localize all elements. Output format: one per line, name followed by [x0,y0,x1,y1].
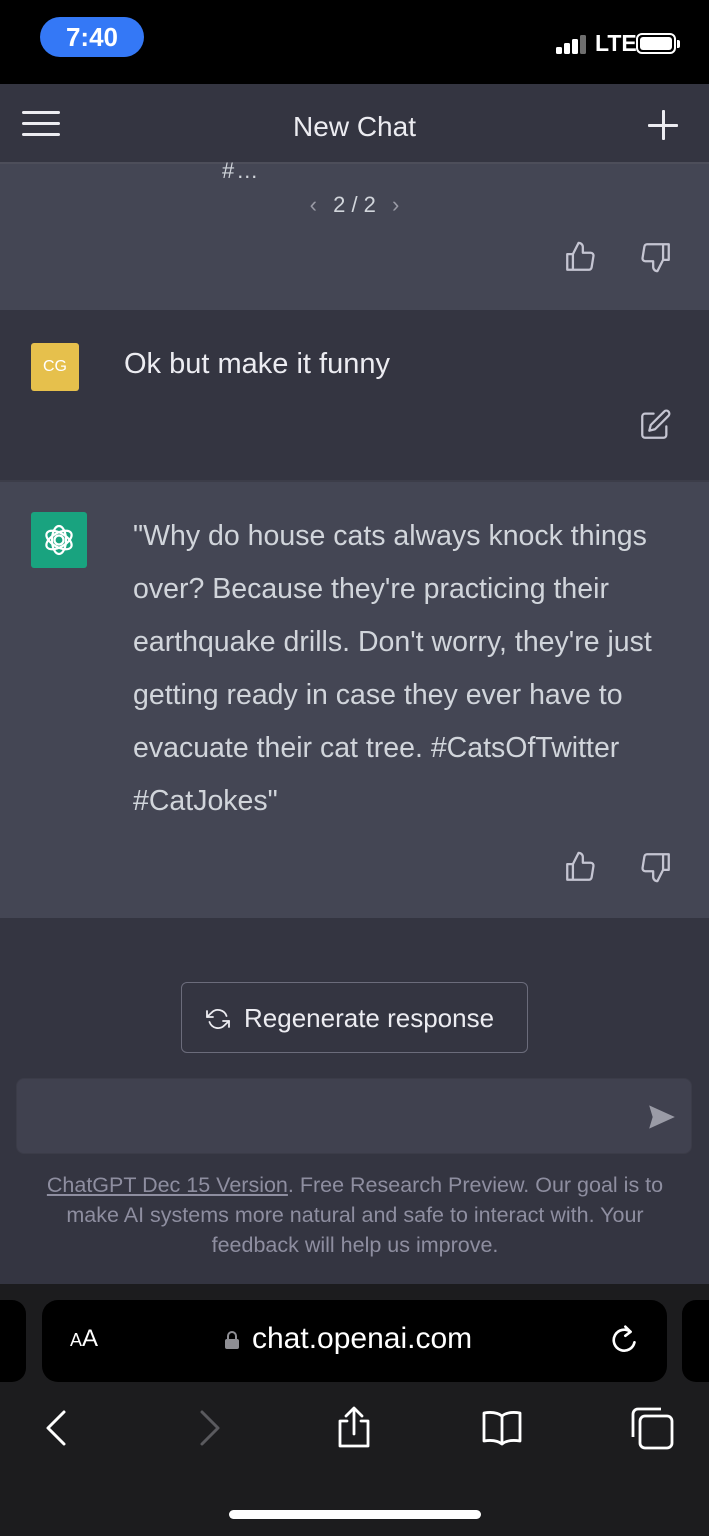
response-pager: ‹ 2 / 2 › [0,192,709,218]
page-title: New Chat [293,111,416,142]
reload-icon[interactable] [608,1324,640,1358]
share-icon[interactable] [332,1406,376,1450]
user-message-text: Ok but make it funny [124,348,390,380]
forward-icon[interactable] [186,1406,230,1450]
network-type: LTE [595,30,637,56]
next-tab-edge[interactable] [682,1300,709,1382]
new-chat-plus-icon[interactable] [646,108,680,142]
pager-label: 2 / 2 [333,192,376,217]
cellular-signal-icon [556,34,588,54]
pager-next-button[interactable]: › [392,192,399,217]
paper-plane-icon[interactable] [648,1104,676,1130]
thumbs-down-icon[interactable] [639,850,673,884]
assistant-message-text: "Why do house cats always knock things o… [133,520,652,817]
composer-area: Regenerate response ChatGPT Dec 15 Versi… [0,918,709,1284]
url-text: chat.openai.com [252,1322,473,1355]
previous-tab-edge[interactable] [0,1300,26,1382]
bookmarks-icon[interactable] [480,1406,524,1450]
cut-off-text: #… [222,158,261,183]
status-time[interactable]: 7:40 [40,17,144,57]
thumbs-down-icon[interactable] [639,240,673,274]
pager-prev-button[interactable]: ‹ [310,192,317,217]
browser-toolbar: AA chat.openai.com [0,1284,709,1536]
user-avatar: CG [31,343,79,391]
assistant-message-previous: #… ‹ 2 / 2 › [0,158,709,310]
app-header: New Chat [0,84,709,164]
footer-disclaimer: ChatGPT Dec 15 Version. Free Research Pr… [20,1170,690,1260]
thumbs-up-icon[interactable] [563,240,597,274]
status-bar: 7:40 LTE [0,0,709,84]
message-input[interactable] [16,1078,692,1154]
assistant-message: "Why do house cats always knock things o… [0,480,709,918]
back-icon[interactable] [36,1406,80,1450]
edit-icon[interactable] [638,408,672,442]
home-indicator[interactable] [229,1510,481,1519]
version-link[interactable]: ChatGPT Dec 15 Version [47,1173,288,1197]
user-message: CG Ok but make it funny [0,310,709,480]
chatgpt-logo-icon [31,512,87,568]
tabs-icon[interactable] [630,1406,674,1450]
regenerate-label: Regenerate response [244,1003,495,1033]
refresh-icon [206,1007,230,1031]
lock-icon [224,1331,240,1349]
thumbs-up-icon[interactable] [563,850,597,884]
regenerate-response-button[interactable]: Regenerate response [181,982,528,1053]
text-size-button[interactable]: AA [70,1325,98,1353]
battery-icon [636,33,680,54]
address-bar[interactable]: AA chat.openai.com [42,1300,667,1382]
